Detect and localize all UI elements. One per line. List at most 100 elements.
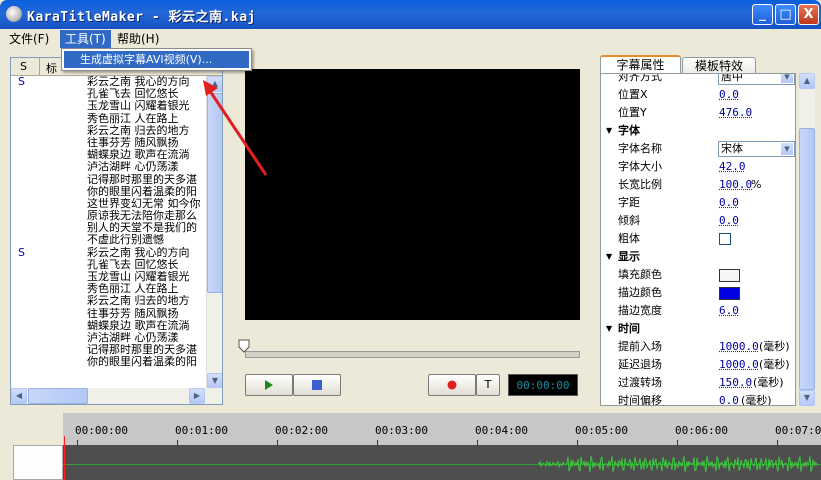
scroll-left-icon[interactable]: ◀ — [11, 388, 27, 404]
row-lyric: 这世界变幻无常 如今你 — [87, 197, 201, 210]
align-select[interactable]: 居中 ▼ — [718, 74, 795, 85]
category-display[interactable]: ▼ 显示 — [601, 248, 795, 266]
list-item[interactable]: 蝴蝶泉边 歌声在流淌 — [11, 320, 207, 332]
record-button[interactable] — [428, 374, 476, 396]
chevron-down-icon[interactable]: ▼ — [781, 143, 793, 155]
list-item[interactable]: 泸沽湖畔 心仍荡漾 — [11, 332, 207, 344]
play-button[interactable] — [245, 374, 293, 396]
row-lyric: 蝴蝶泉边 歌声在流淌 — [87, 319, 190, 332]
fill-color-swatch[interactable] — [719, 269, 740, 282]
prop-bold[interactable]: 粗体 — [601, 230, 795, 248]
list-item[interactable]: 彩云之南 归去的地方 — [11, 125, 207, 137]
prop-aspect[interactable]: 长宽比例 100.0 % — [601, 176, 795, 194]
seek-thumb-icon[interactable] — [238, 339, 250, 353]
prop-transition[interactable]: 过渡转场 150.0 (毫秒) — [601, 374, 795, 392]
tools-dropdown: 生成虚拟字幕AVI视频(V)... — [61, 48, 252, 71]
row-lyric: 孔雀飞去 回忆悠长 — [87, 258, 179, 271]
menu-tools[interactable]: 工具(T) — [60, 30, 111, 48]
stroke-color-swatch[interactable] — [719, 287, 740, 300]
property-grid: 对齐方式 居中 ▼ 位置X 0.0 位置Y 476.0 ▼ 字体 字体名称 宋体 ▼… — [600, 73, 796, 406]
bold-checkbox[interactable] — [719, 233, 731, 245]
list-item[interactable]: 不虚此行别遗憾 — [11, 234, 207, 246]
list-item[interactable]: 原谅我无法陪你走那么 — [11, 210, 207, 222]
prop-stroke-width[interactable]: 描边宽度 6.0 — [601, 302, 795, 320]
row-lyric: 秀色丽江 人在路上 — [87, 283, 179, 296]
stop-button[interactable] — [293, 374, 341, 396]
prop-pos-x[interactable]: 位置X 0.0 — [601, 86, 795, 104]
scroll-thumb[interactable] — [799, 128, 815, 390]
window-title: KaraTitleMaker - 彩云之南.kaj — [27, 10, 256, 25]
list-hscroll[interactable]: ◀ ▶ — [11, 388, 222, 404]
properties-vscroll[interactable]: ▲ ▼ — [799, 73, 815, 406]
list-item[interactable]: 记得那时那里的天多湛 — [11, 344, 207, 356]
tab-template-effects[interactable]: 模板特效 — [682, 57, 756, 74]
minimize-button[interactable]: _ — [752, 4, 773, 25]
menu-generate-avi[interactable]: 生成虚拟字幕AVI视频(V)... — [64, 51, 249, 68]
list-item[interactable]: 往事芬芳 随风飘扬 — [11, 308, 207, 320]
list-item[interactable]: 这世界变幻无常 如今你 — [11, 198, 207, 210]
list-item[interactable]: 彩云之南 归去的地方 — [11, 295, 207, 307]
list-item[interactable]: 孔雀飞去 回忆悠长 — [11, 259, 207, 271]
menu-help[interactable]: 帮助(H) — [112, 30, 164, 48]
list-item[interactable]: 玉龙雪山 闪耀着银光 — [11, 100, 207, 112]
font-select[interactable]: 宋体 ▼ — [718, 141, 795, 157]
prop-stroke-color[interactable]: 描边颜色 — [601, 284, 795, 302]
row-lyric: 秀色丽江 人在路上 — [87, 112, 179, 125]
row-lyric: 彩云之南 我心的方向 — [87, 76, 190, 88]
close-button[interactable]: X — [798, 4, 819, 25]
list-item[interactable]: 蝴蝶泉边 歌声在流淌 — [11, 149, 207, 161]
col-title-header[interactable]: 标 — [46, 60, 57, 76]
menu-file[interactable]: 文件(F) — [4, 30, 54, 48]
seek-slider[interactable] — [245, 351, 580, 358]
list-item[interactable]: 孔雀飞去 回忆悠长 — [11, 88, 207, 100]
list-item[interactable]: 你的眼里闪着温柔的阳 — [11, 356, 207, 368]
list-item[interactable]: 玉龙雪山 闪耀着银光 — [11, 271, 207, 283]
prop-fill-color[interactable]: 填充颜色 — [601, 266, 795, 284]
prop-time-offset[interactable]: 时间偏移 0.0 (毫秒) — [601, 392, 795, 405]
row-lyric: 别人的天堂不是我们的 — [87, 222, 197, 235]
row-lyric: 记得那时那里的天多湛 — [87, 344, 197, 357]
prop-pre-entry[interactable]: 提前入场 1000.0 (毫秒) — [601, 338, 795, 356]
prop-italic[interactable]: 倾斜 0.0 — [601, 212, 795, 230]
collapse-icon[interactable]: ▼ — [606, 122, 612, 140]
waveform-icon — [538, 455, 818, 473]
category-time[interactable]: ▼ 时间 — [601, 320, 795, 338]
category-font[interactable]: ▼ 字体 — [601, 122, 795, 140]
row-lyric: 彩云之南 归去的地方 — [87, 295, 190, 308]
prop-delay-exit[interactable]: 延迟退场 1000.0 (毫秒) — [601, 356, 795, 374]
playhead[interactable] — [64, 436, 65, 480]
prop-spacing[interactable]: 字距 0.0 — [601, 194, 795, 212]
tab-subtitle-props[interactable]: 字幕属性 — [600, 55, 681, 74]
list-item[interactable]: 往事芬芳 随风飘扬 — [11, 137, 207, 149]
list-item[interactable]: 别人的天堂不是我们的 — [11, 222, 207, 234]
list-item[interactable]: S 彩云之南 我心的方向 — [11, 247, 207, 259]
list-item[interactable]: 你的眼里闪着温柔的阳 — [11, 186, 207, 198]
audio-track[interactable] — [63, 445, 821, 480]
timecode-display: 00:00:00 — [508, 374, 578, 396]
collapse-icon[interactable]: ▼ — [606, 320, 612, 338]
row-lyric: 蝴蝶泉边 歌声在流淌 — [87, 149, 190, 162]
subtitle-list[interactable]: S 标 S 彩云之南 我心的方向 孔雀飞去 回忆悠长 玉龙雪山 闪耀着银光 秀色丽江 人… — [10, 57, 223, 405]
ruler-label: 00:06:00 — [675, 424, 728, 437]
prop-align[interactable]: 对齐方式 居中 ▼ — [601, 74, 795, 86]
list-item[interactable]: 记得那时那里的天多湛 — [11, 174, 207, 186]
prop-font-size[interactable]: 字体大小 42.0 — [601, 158, 795, 176]
text-button[interactable]: T — [476, 374, 500, 396]
list-item[interactable]: 秀色丽江 人在路上 — [11, 113, 207, 125]
scroll-right-icon[interactable]: ▶ — [189, 388, 205, 404]
col-s-header[interactable]: S — [20, 60, 27, 73]
chevron-down-icon[interactable]: ▼ — [781, 74, 793, 83]
list-item[interactable]: 泸沽湖畔 心仍荡漾 — [11, 161, 207, 173]
hscroll-thumb[interactable] — [28, 388, 88, 404]
scroll-down-icon[interactable]: ▼ — [207, 373, 222, 389]
collapse-icon[interactable]: ▼ — [606, 248, 612, 266]
scroll-up-icon[interactable]: ▲ — [799, 73, 815, 89]
row-lyric: 往事芬芳 随风飘扬 — [87, 136, 179, 149]
scroll-down-icon[interactable]: ▼ — [799, 390, 815, 406]
list-item[interactable]: S 彩云之南 我心的方向 — [11, 76, 207, 88]
prop-pos-y[interactable]: 位置Y 476.0 — [601, 104, 795, 122]
list-item[interactable]: 秀色丽江 人在路上 — [11, 283, 207, 295]
maximize-button[interactable]: □ — [775, 4, 796, 25]
prop-font-name[interactable]: 字体名称 宋体 ▼ — [601, 140, 795, 158]
timeline-ruler[interactable]: 00:00:00 00:01:00 00:02:00 00:03:00 00:04:00… — [63, 413, 821, 445]
